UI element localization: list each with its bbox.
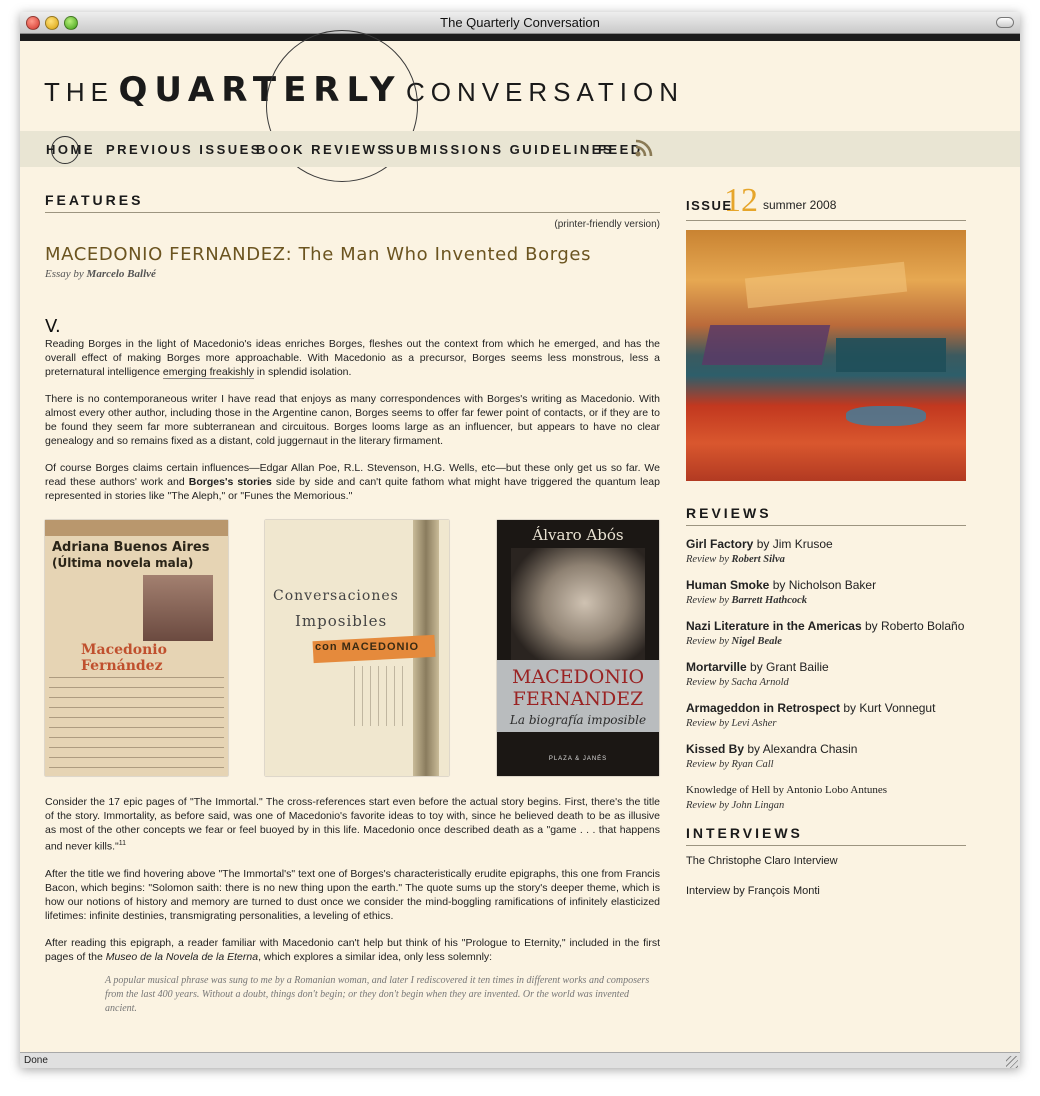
review-title-link[interactable]: Mortarville <box>686 660 747 674</box>
paragraph-2: There is no contemporaneous writer I hav… <box>45 393 660 447</box>
byline-author[interactable]: Marcelo Ballvé <box>87 268 156 280</box>
cover-photo <box>143 575 213 641</box>
paragraph-5: After the title we find hovering above "… <box>45 867 660 922</box>
book-cover-adriana[interactable]: Adriana Buenos Aires (Última novela mala… <box>45 520 228 776</box>
sidebar: ISSUE 12 summer 2008 REVIEWS Girl Factor… <box>686 182 966 897</box>
printer-friendly-link[interactable]: (printer-friendly version) <box>45 219 660 230</box>
paragraph-1: Reading Borges in the light of Macedonio… <box>45 338 660 379</box>
review-item: Kissed By by Alexandra Chasin Review by R… <box>686 742 966 772</box>
nav-previous-issues[interactable]: PREVIOUS ISSUES <box>106 142 262 157</box>
reviews-list: Girl Factory by Jim Krusoe Review by Robe… <box>686 537 966 772</box>
logo-the: THE <box>44 77 114 107</box>
nav-home[interactable]: HOME <box>46 142 95 157</box>
cover-handwriting <box>49 668 224 772</box>
block-quote: A popular musical phrase was sung to me … <box>105 974 650 1014</box>
issue-header: ISSUE 12 summer 2008 <box>686 182 966 221</box>
review-title-link[interactable]: Kissed By <box>686 742 744 756</box>
reviewer-name[interactable]: Sacha Arnold <box>731 677 788 688</box>
review-byline: Review by Sacha Arnold <box>686 677 789 688</box>
review-byline: Review by Nigel Beale <box>686 636 782 647</box>
browser-window: The Quarterly Conversation THE QUARTERLY… <box>20 12 1020 1068</box>
window-title: The Quarterly Conversation <box>440 15 600 30</box>
issue-number: 12 <box>724 182 758 219</box>
reviewer-name[interactable]: John Lingan <box>731 800 784 811</box>
reviewer-name[interactable]: Ryan Call <box>731 759 773 770</box>
nav-submissions-guidelines[interactable]: SUBMISSIONS GUIDELINES <box>385 142 614 157</box>
paragraph-6: After reading this epigraph, a reader fa… <box>45 936 660 963</box>
book-covers: Adriana Buenos Aires (Última novela mala… <box>45 520 660 795</box>
reviewer-name[interactable]: Nigel Beale <box>731 636 781 647</box>
logo-conversation: CONVERSATION <box>405 77 685 107</box>
review-author: by Jim Krusoe <box>756 537 833 551</box>
review-item: Mortarville by Grant Bailie Review by Sac… <box>686 660 966 690</box>
reviews-heading: REVIEWS <box>686 505 966 526</box>
features-heading: FEATURES <box>45 192 660 213</box>
review-title-link[interactable]: Girl Factory <box>686 537 753 551</box>
cover-portrait <box>511 548 645 670</box>
review-title-link[interactable]: Nazi Literature in the Americas <box>686 619 862 633</box>
review-byline: Review by Barrett Hathcock <box>686 595 808 606</box>
site-logo[interactable]: THE QUARTERLY CONVERSATION <box>44 30 685 182</box>
review-byline: Review by Ryan Call <box>686 759 774 770</box>
interview-claro[interactable]: The Christophe Claro Interview <box>686 855 966 867</box>
section-number: V. <box>45 316 61 337</box>
review-byline: Review by Levi Asher <box>686 718 777 729</box>
status-text: Done <box>24 1055 48 1066</box>
review-title-link[interactable]: Armageddon in Retrospect <box>686 701 840 715</box>
paragraph-4: Consider the 17 epic pages of "The Immor… <box>45 796 660 853</box>
book-cover-biografia[interactable]: Álvaro Abós MACEDONIO FERNANDEZ La biogr… <box>497 520 659 776</box>
reviewer-name[interactable]: Levi Asher <box>731 718 776 729</box>
article-title: MACEDONIO FERNANDEZ: The Man Who Invente… <box>45 244 592 265</box>
footnote-ref[interactable]: 11 <box>119 840 126 847</box>
review-item-knowledge-of-hell: Knowledge of Hell by Antonio Lobo Antune… <box>686 783 966 813</box>
main-nav: HOME PREVIOUS ISSUES BOOK REVIEWS SUBMIS… <box>20 131 1020 167</box>
article-byline: Essay by Marcelo Ballvé <box>45 268 660 280</box>
review-author: by Alexandra Chasin <box>747 742 858 756</box>
review-item: Nazi Literature in the Americas by Rober… <box>686 619 966 649</box>
book-cover-conversaciones[interactable]: Conversaciones Imposibles con MACEDONIO <box>265 520 449 776</box>
issue-season: summer 2008 <box>763 198 837 212</box>
interviews-heading: INTERVIEWS <box>686 825 966 846</box>
review-item: Armageddon in Retrospect by Kurt Vonnegu… <box>686 701 966 731</box>
status-bar: Done <box>20 1052 1020 1068</box>
review-title-link[interactable]: Human Smoke <box>686 578 769 592</box>
toolbar-toggle-button[interactable] <box>996 17 1014 28</box>
paragraph-3: Of course Borges claims certain influenc… <box>45 462 660 502</box>
interview-monti[interactable]: Interview by François Monti <box>686 885 966 897</box>
review-item: Human Smoke by Nicholson Baker Review by … <box>686 578 966 608</box>
issue-cover-image[interactable] <box>686 230 966 481</box>
review-author: by Nicholson Baker <box>772 578 877 592</box>
reviewer-name[interactable]: Robert Silva <box>731 554 784 565</box>
top-bar <box>20 34 1020 41</box>
byline-prefix: Essay by <box>45 268 84 280</box>
reviewer-name[interactable]: Barrett Hathcock <box>731 595 807 606</box>
review-title-link[interactable]: Knowledge of Hell by Antonio Lobo Antune… <box>686 783 966 798</box>
review-item: Girl Factory by Jim Krusoe Review by Robe… <box>686 537 966 567</box>
emerging-freakishly-link[interactable]: emerging freakishly <box>162 366 254 379</box>
nav-book-reviews[interactable]: BOOK REVIEWS <box>256 142 389 157</box>
main-content: FEATURES (printer-friendly version) MACE… <box>45 192 660 1016</box>
resize-grip-icon[interactable] <box>1006 1056 1018 1068</box>
window-titlebar: The Quarterly Conversation <box>20 12 1020 34</box>
borges-stories-link[interactable]: Borges's stories <box>189 476 272 488</box>
rss-icon[interactable] <box>634 138 654 158</box>
review-author: by Kurt Vonnegut <box>843 701 936 715</box>
review-byline: Review by Robert Silva <box>686 554 785 565</box>
review-author: by Roberto Bolaño <box>864 619 965 633</box>
review-author: by Grant Bailie <box>750 660 829 674</box>
